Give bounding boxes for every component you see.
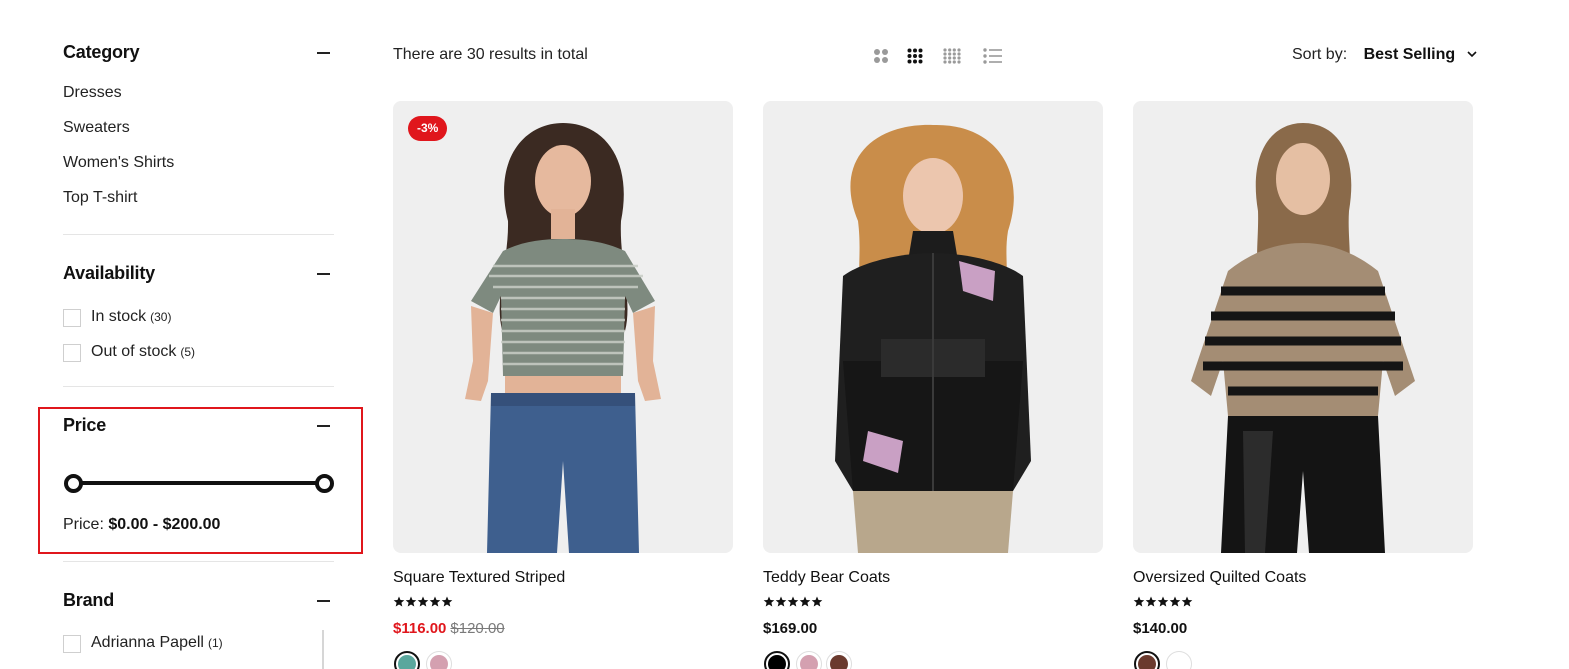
in-stock-checkbox[interactable] bbox=[63, 309, 81, 327]
price-slider-fill bbox=[73, 481, 324, 485]
regular-price: $169.00 bbox=[763, 620, 818, 637]
model-striped-sweater-illustration bbox=[1191, 123, 1415, 553]
product-title[interactable]: Square Textured Striped bbox=[393, 569, 565, 587]
price-max-handle[interactable] bbox=[314, 474, 334, 493]
chevron-down-icon[interactable] bbox=[1466, 48, 1478, 60]
swatch-fill bbox=[1170, 655, 1188, 669]
category-link-womens-shirts[interactable]: Women's Shirts bbox=[63, 154, 174, 172]
price-readout-label: Price: bbox=[63, 516, 104, 533]
grid-4-icon[interactable] bbox=[943, 48, 961, 64]
compare-at-price: $120.00 bbox=[450, 620, 505, 637]
category-link-sweaters[interactable]: Sweaters bbox=[63, 119, 130, 137]
collapse-minus-icon[interactable] bbox=[317, 600, 330, 602]
star-rating bbox=[763, 595, 823, 607]
price-readout-value: $0.00 - $200.00 bbox=[108, 516, 221, 533]
product-title[interactable]: Oversized Quilted Coats bbox=[1133, 569, 1306, 587]
price-range-slider[interactable] bbox=[63, 474, 335, 493]
brand-filter-title: Brand bbox=[63, 590, 115, 610]
product-image[interactable]: -3% bbox=[393, 101, 733, 553]
swatch-fill bbox=[430, 655, 448, 669]
results-count: There are 30 results in total bbox=[393, 46, 588, 63]
sort-dropdown[interactable]: Sort by: Best Selling bbox=[1292, 46, 1477, 64]
price-min-handle[interactable] bbox=[63, 474, 83, 493]
filter-divider bbox=[63, 561, 334, 562]
swatch-fill bbox=[768, 655, 786, 669]
collapse-minus-icon[interactable] bbox=[317, 273, 330, 275]
category-link-top-t-shirt[interactable]: Top T-shirt bbox=[63, 189, 137, 207]
product-card[interactable]: Oversized Quilted Coats $140.00 bbox=[1133, 101, 1473, 669]
swatch-fill bbox=[800, 655, 818, 669]
category-filter-title: Category bbox=[63, 42, 140, 62]
brand-checkbox[interactable] bbox=[63, 635, 81, 653]
grid-3-icon[interactable] bbox=[907, 48, 923, 64]
availability-filter-title: Availability bbox=[63, 263, 155, 283]
filter-divider bbox=[63, 234, 334, 235]
swatch-fill bbox=[830, 655, 848, 669]
rating-stars-icon bbox=[763, 596, 823, 607]
regular-price: $140.00 bbox=[1133, 620, 1188, 637]
out-of-stock-label: Out of stock (5) bbox=[91, 343, 195, 361]
color-swatch-brown[interactable] bbox=[1134, 651, 1160, 669]
swatch-fill bbox=[1138, 655, 1156, 669]
price-range-readout: Price: $0.00 - $200.00 bbox=[63, 516, 220, 534]
rating-stars-icon bbox=[393, 596, 453, 607]
sale-price: $116.00 bbox=[393, 620, 447, 637]
model-teddy-coat-illustration bbox=[835, 124, 1031, 553]
in-stock-count: (30) bbox=[150, 310, 172, 324]
discount-badge: -3% bbox=[408, 116, 448, 141]
swatch-fill bbox=[398, 655, 416, 669]
color-swatch-pink[interactable] bbox=[796, 651, 822, 669]
price-filter-title: Price bbox=[63, 415, 107, 435]
brand-label: Adrianna Papell (1) bbox=[91, 634, 223, 652]
star-rating bbox=[393, 595, 453, 607]
star-rating bbox=[1133, 595, 1193, 607]
product-image[interactable] bbox=[763, 101, 1103, 553]
availability-filter-header[interactable]: Availability bbox=[63, 263, 335, 287]
grid-2-icon[interactable] bbox=[873, 48, 889, 64]
filter-divider bbox=[63, 386, 334, 387]
product-card[interactable]: -3% Square Textured Striped $116.00 $120.… bbox=[393, 101, 733, 669]
out-of-stock-text: Out of stock bbox=[91, 343, 177, 360]
product-price: $116.00 $120.00 bbox=[393, 620, 505, 637]
product-price: $169.00 bbox=[763, 620, 817, 637]
brand-count: (1) bbox=[207, 636, 223, 650]
collapse-minus-icon[interactable] bbox=[317, 52, 330, 54]
in-stock-text: In stock bbox=[91, 308, 147, 325]
price-filter-header[interactable]: Price bbox=[63, 415, 335, 439]
out-of-stock-checkbox[interactable] bbox=[63, 344, 81, 362]
color-swatch-black[interactable] bbox=[764, 651, 790, 669]
category-link-dresses[interactable]: Dresses bbox=[63, 84, 122, 102]
product-card[interactable]: Teddy Bear Coats $169.00 bbox=[763, 101, 1103, 669]
model-striped-tee-illustration bbox=[465, 123, 661, 553]
sort-label: Sort by: bbox=[1292, 46, 1348, 63]
color-swatch-pink[interactable] bbox=[426, 651, 452, 669]
brand-list-scrollbar[interactable] bbox=[322, 630, 324, 669]
category-filter-header[interactable]: Category bbox=[63, 42, 335, 66]
product-price: $140.00 bbox=[1133, 620, 1187, 637]
in-stock-label: In stock (30) bbox=[91, 308, 171, 326]
out-of-stock-count: (5) bbox=[180, 345, 196, 359]
brand-filter-header[interactable]: Brand bbox=[63, 590, 335, 614]
color-swatch-white[interactable] bbox=[1166, 651, 1192, 669]
product-image[interactable] bbox=[1133, 101, 1473, 553]
list-view-icon[interactable] bbox=[983, 48, 1003, 64]
brand-text: Adrianna Papell bbox=[91, 634, 204, 651]
color-swatch-teal[interactable] bbox=[394, 651, 420, 669]
product-title[interactable]: Teddy Bear Coats bbox=[763, 569, 890, 587]
collapse-minus-icon[interactable] bbox=[317, 425, 330, 427]
sort-selected-value[interactable]: Best Selling bbox=[1364, 46, 1456, 63]
color-swatch-brown[interactable] bbox=[826, 651, 852, 669]
rating-stars-icon bbox=[1133, 596, 1193, 607]
